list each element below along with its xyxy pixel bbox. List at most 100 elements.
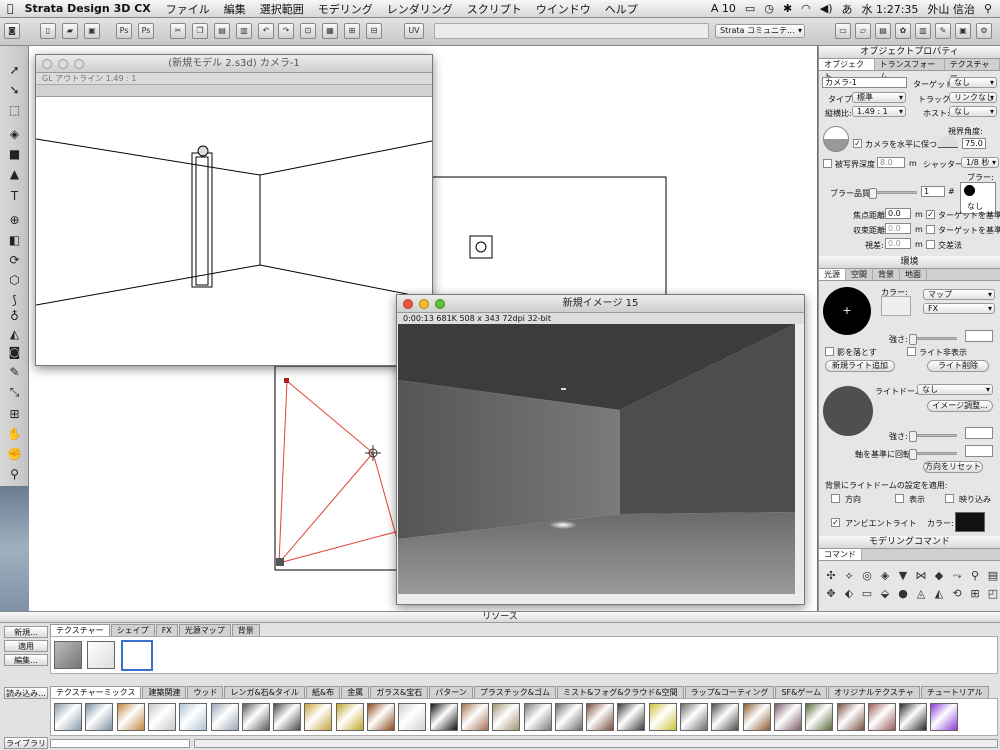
- ambient-color-swatch[interactable]: [955, 512, 985, 532]
- time-machine-icon[interactable]: ◷: [764, 2, 774, 15]
- shutter-dropdown[interactable]: 1/8 秒: [961, 157, 999, 168]
- convergence-field[interactable]: 0.0: [885, 223, 911, 234]
- type-dropdown[interactable]: 標準: [852, 92, 906, 103]
- library-horizontal-scrollbar[interactable]: [194, 739, 998, 748]
- cmd-fold-icon[interactable]: ◭: [931, 586, 947, 602]
- cmd-loop-icon[interactable]: ⤳: [949, 568, 965, 584]
- library-swatch[interactable]: [899, 703, 928, 731]
- close-button[interactable]: [403, 299, 413, 309]
- library-swatch[interactable]: [805, 703, 834, 731]
- open-folder-icon[interactable]: ▰: [62, 23, 78, 39]
- aspect-ratio-dropdown[interactable]: 1.49 : 1: [852, 106, 906, 117]
- gallery-icon[interactable]: ▤: [875, 23, 891, 39]
- res-tab-background[interactable]: 背景: [231, 624, 260, 636]
- reset-direction-button[interactable]: 方向をリセット: [923, 461, 983, 473]
- library-swatch[interactable]: [773, 703, 802, 731]
- box-tool-icon[interactable]: ■: [6, 146, 23, 163]
- cmd-array-icon[interactable]: ⊞: [967, 586, 983, 602]
- cmd-extend-icon[interactable]: ✣: [823, 568, 839, 584]
- cmd-weld-icon[interactable]: ⚲: [967, 568, 983, 584]
- view-mode-bar[interactable]: GL アウトライン 1.49 : 1: [36, 73, 432, 85]
- uv-icon[interactable]: UV: [404, 23, 424, 39]
- library-zoom-scroll[interactable]: [50, 739, 190, 748]
- panel-layout-icon[interactable]: ▭: [835, 23, 851, 39]
- image-adjust-button[interactable]: イメージ調整...: [927, 400, 993, 412]
- category-tab[interactable]: ミスト&フォグ&クラウド&空間: [556, 686, 684, 698]
- blur-quality-field[interactable]: 1: [921, 186, 945, 197]
- resource-new-button[interactable]: 新規...: [4, 626, 48, 638]
- wifi-icon[interactable]: ◠: [801, 2, 811, 15]
- display-icon[interactable]: ▭: [745, 2, 755, 15]
- ps-import-icon[interactable]: Ps: [138, 23, 154, 39]
- settings-icon[interactable]: ⚙: [976, 23, 992, 39]
- view-icon-strip[interactable]: [36, 85, 432, 97]
- menu-help[interactable]: ヘルプ: [598, 1, 645, 17]
- camera-viewport[interactable]: [35, 97, 433, 365]
- undo-icon[interactable]: ↶: [258, 23, 274, 39]
- library-swatch[interactable]: [398, 703, 427, 731]
- spotlight-icon[interactable]: ⚲: [984, 2, 992, 15]
- cast-shadow-checkbox[interactable]: [825, 347, 834, 356]
- camera-orientation-dial[interactable]: [823, 126, 849, 152]
- category-tab[interactable]: SF&ゲーム: [775, 686, 828, 698]
- cmd-bevel-icon[interactable]: ▼: [895, 568, 911, 584]
- category-tab[interactable]: チュートリアル: [920, 686, 989, 698]
- fov-angle-icon[interactable]: [938, 136, 958, 148]
- menubar-user[interactable]: 外山 信治: [927, 1, 975, 17]
- ps-export-icon[interactable]: Ps: [116, 23, 132, 39]
- depth-of-field-checkbox[interactable]: [823, 159, 832, 168]
- rotate-axis-field[interactable]: [965, 445, 993, 457]
- grid-tool-icon[interactable]: ⊞: [6, 406, 23, 423]
- menu-selection[interactable]: 選択範囲: [253, 1, 311, 17]
- delete-icon[interactable]: ▥: [236, 23, 252, 39]
- focal-length-field[interactable]: 0.0: [885, 208, 911, 219]
- resource-import-button[interactable]: 読み込み...: [4, 687, 48, 699]
- library-swatch[interactable]: [85, 703, 114, 731]
- new-file-icon[interactable]: ▯: [40, 23, 56, 39]
- minimize-button[interactable]: [58, 59, 68, 69]
- cmd-cylinder-icon[interactable]: ▭: [859, 586, 875, 602]
- resource-apply-button[interactable]: 適用: [4, 640, 48, 652]
- input-method[interactable]: あ: [842, 1, 853, 17]
- library-swatch[interactable]: [836, 703, 865, 731]
- lathe-tool-icon[interactable]: ⊕: [6, 212, 23, 229]
- menu-script[interactable]: スクリプト: [460, 1, 529, 17]
- copy-icon[interactable]: ❐: [192, 23, 208, 39]
- library-swatch[interactable]: [930, 703, 959, 731]
- cmd-flip-icon[interactable]: ▤: [985, 568, 1000, 584]
- res-tab-shape[interactable]: シェイプ: [110, 624, 155, 636]
- project-swatch[interactable]: [54, 641, 82, 669]
- apply-show-checkbox[interactable]: [895, 494, 904, 503]
- convergence-target-checkbox[interactable]: [926, 225, 935, 234]
- menu-window[interactable]: ウインドウ: [529, 1, 598, 17]
- cmd-twist-icon[interactable]: ⟲: [949, 586, 965, 602]
- library-swatch[interactable]: [711, 703, 740, 731]
- category-tab[interactable]: テクスチャーミックス: [50, 686, 142, 698]
- cmd-mirror-icon[interactable]: ◰: [985, 586, 1000, 602]
- library-swatch[interactable]: [273, 703, 302, 731]
- res-tab-texture[interactable]: テクスチャー: [50, 624, 110, 636]
- camera-window-titlebar[interactable]: (新規モデル 2.s3d) カメラ-1: [36, 55, 432, 73]
- trash-icon[interactable]: ▥: [915, 23, 931, 39]
- category-tab[interactable]: ガラス&宝石: [370, 686, 429, 698]
- bag-icon[interactable]: ▣: [955, 23, 971, 39]
- light-strength-slider[interactable]: [909, 334, 957, 345]
- library-swatch[interactable]: [304, 703, 333, 731]
- category-tab[interactable]: パターン: [429, 686, 473, 698]
- library-swatch[interactable]: [554, 703, 583, 731]
- flower-icon[interactable]: ✿: [895, 23, 911, 39]
- dome-strength-field[interactable]: [965, 427, 993, 439]
- tab-space[interactable]: 空間: [846, 269, 873, 280]
- snap-icon[interactable]: ⊞: [344, 23, 360, 39]
- library-swatch[interactable]: [742, 703, 771, 731]
- category-tab[interactable]: 金属: [341, 686, 370, 698]
- category-tab[interactable]: 建築関連: [142, 686, 187, 698]
- focal-target-checkbox[interactable]: ✓: [926, 210, 935, 219]
- doc-edit-icon[interactable]: ✎: [935, 23, 951, 39]
- library-swatch[interactable]: [210, 703, 239, 731]
- object-name-field[interactable]: カメラ-1: [822, 77, 907, 88]
- library-swatch[interactable]: [617, 703, 646, 731]
- tab-texture[interactable]: テクスチャー: [945, 59, 1000, 81]
- camera-view-window[interactable]: (新規モデル 2.s3d) カメラ-1 GL アウトライン 1.49 : 1: [35, 54, 433, 366]
- menu-rendering[interactable]: レンダリング: [380, 1, 460, 17]
